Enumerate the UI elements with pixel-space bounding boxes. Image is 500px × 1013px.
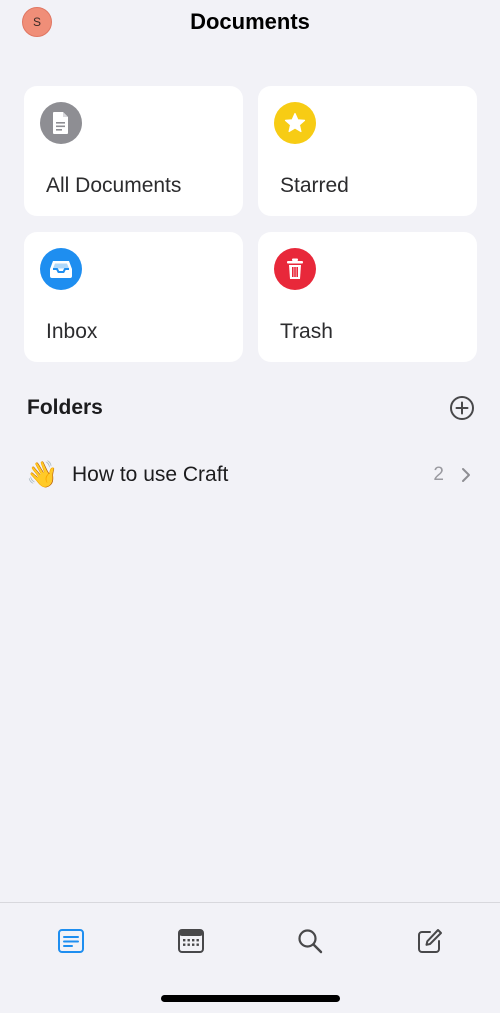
tab-search[interactable] (290, 921, 330, 961)
all-documents-card[interactable]: All Documents (24, 86, 243, 216)
search-icon (298, 929, 323, 954)
tab-new-document[interactable] (410, 921, 450, 961)
header: S Documents (0, 0, 500, 50)
home-indicator[interactable] (161, 995, 340, 1002)
waving-hand-icon: 👋 (26, 459, 59, 489)
compose-icon (418, 929, 442, 953)
document-icon (40, 102, 82, 144)
card-label: All Documents (46, 174, 182, 197)
plus-circle-icon (450, 396, 474, 420)
add-folder-button[interactable] (449, 395, 475, 421)
inbox-card[interactable]: Inbox (24, 232, 243, 362)
calendar-icon (178, 929, 204, 953)
starred-card[interactable]: Starred (258, 86, 477, 216)
folder-document-count: 2 (433, 464, 444, 485)
trash-card[interactable]: Trash (258, 232, 477, 362)
inbox-tray-icon (40, 248, 82, 290)
card-label: Trash (280, 320, 333, 343)
trash-icon (274, 248, 316, 290)
page-title: Documents (190, 9, 310, 34)
card-label: Inbox (46, 320, 98, 343)
tab-bar (0, 902, 500, 1013)
tab-calendar[interactable] (171, 921, 211, 961)
documents-list-icon (58, 929, 84, 953)
star-icon (274, 102, 316, 144)
folders-section-title: Folders (27, 396, 103, 419)
chevron-right-icon (462, 468, 470, 482)
tab-documents[interactable] (51, 921, 91, 961)
card-label: Starred (280, 174, 349, 197)
folder-name: How to use Craft (72, 463, 229, 486)
folder-item[interactable]: 👋 How to use Craft 2 (0, 450, 500, 502)
